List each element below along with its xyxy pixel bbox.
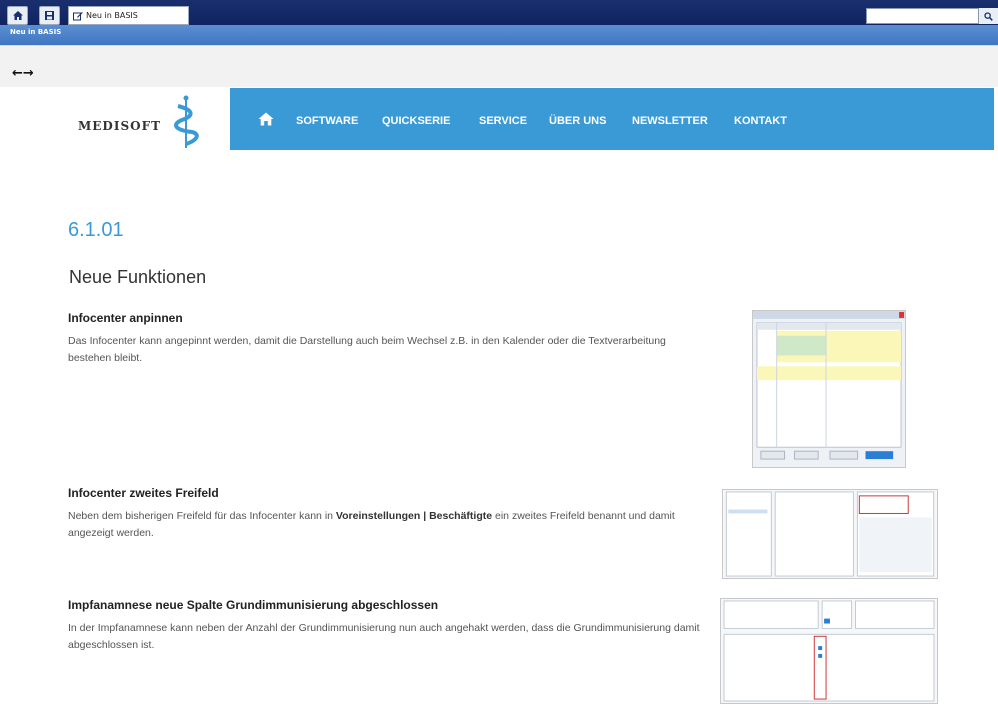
nav-newsletter[interactable]: NEWSLETTER	[632, 115, 708, 127]
nav-kontakt[interactable]: KONTAKT	[734, 115, 787, 127]
item-text-1: Das Infocenter kann angepinnt werden, da…	[68, 335, 666, 364]
page-subtitle-bar: Neu in BASIS	[0, 25, 998, 45]
section-title: Neue Funktionen	[69, 267, 207, 287]
browser-tab-label: Neu in BASIS	[86, 11, 138, 20]
item-text-2-bold: Voreinstellungen | Beschäftigte	[335, 510, 493, 522]
home-button[interactable]	[7, 6, 28, 25]
search-button[interactable]	[979, 8, 998, 24]
search-icon	[984, 11, 993, 21]
edit-icon	[73, 11, 83, 20]
nav-ueber-uns[interactable]: ÜBER UNS	[549, 115, 606, 127]
logo-text[interactable]: MEDISOFT	[78, 119, 161, 133]
search-input[interactable]	[866, 8, 979, 24]
nav-service[interactable]: SERVICE	[479, 115, 527, 127]
site-nav: SOFTWARE QUICKSERIE SERVICE ÜBER UNS NEW…	[230, 88, 994, 150]
item-text-2: Neben dem bisherigen Freifeld für das In…	[68, 508, 708, 542]
item-title-3: Impfanamnese neue Spalte Grundimmunisier…	[68, 598, 439, 612]
nav-quickserie[interactable]: QUICKSERIE	[382, 115, 450, 127]
save-button[interactable]	[39, 6, 60, 25]
item-text-2-pre: Neben dem bisherigen Freifeld für das In…	[68, 510, 336, 522]
screenshot-thumbnail-2[interactable]	[722, 489, 938, 579]
item-text-3: In der Impfanamnese kann neben der Anzah…	[68, 622, 700, 651]
logo-caduceus-icon	[174, 95, 199, 148]
nav-home-icon[interactable]	[258, 112, 274, 126]
home-icon	[12, 11, 23, 20]
version-heading: 6.1.01	[68, 219, 124, 241]
browser-tab[interactable]: Neu in BASIS	[68, 6, 189, 25]
item-title-2: Infocenter zweites Freifeld	[68, 486, 219, 500]
screenshot-thumbnail-3[interactable]	[720, 598, 938, 704]
nav-software[interactable]: SOFTWARE	[296, 115, 358, 127]
navigation-bar: ←→	[0, 45, 998, 87]
screenshot-thumbnail-1[interactable]	[752, 310, 906, 468]
save-icon	[45, 11, 54, 20]
item-title-1: Infocenter anpinnen	[68, 311, 183, 325]
back-forward-arrows[interactable]: ←→	[12, 66, 34, 81]
page-subtitle: Neu in BASIS	[10, 28, 62, 36]
